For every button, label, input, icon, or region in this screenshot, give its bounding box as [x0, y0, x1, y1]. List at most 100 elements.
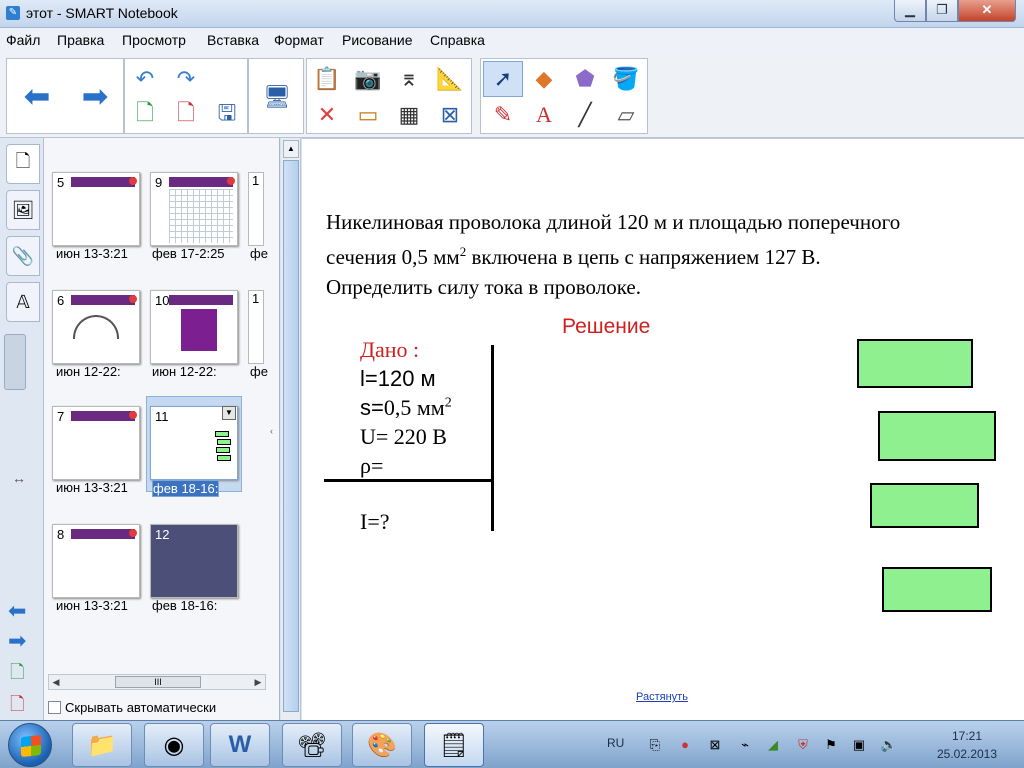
page-number: 1	[252, 291, 260, 306]
problem-line: Никелиновая проволока длиной 120 м и пло…	[326, 210, 901, 234]
page-label: фе	[250, 364, 268, 379]
canvas-vertical-scrollbar[interactable]: ▲	[281, 138, 301, 720]
tools-group: 📋 📷 ⌆ 📐 ✕ ▭ ▦ ⊠	[306, 58, 472, 134]
attachments-icon[interactable]: 📎	[6, 236, 40, 276]
maximize-button[interactable]: ❐	[926, 0, 958, 22]
menu-edit[interactable]: Правка	[57, 32, 104, 48]
gallery-icon[interactable]: 🖼	[6, 190, 40, 230]
page-menu-dropdown[interactable]: ▼	[222, 406, 236, 420]
menu-draw[interactable]: Рисование	[342, 32, 413, 48]
properties-icon[interactable]: 𝔸	[6, 282, 40, 322]
page-label: июн 12-22:	[56, 364, 121, 379]
select-icon[interactable]: ➚	[483, 61, 523, 97]
forward-arrow-icon[interactable]: ➡	[67, 59, 123, 133]
sorter-horizontal-scrollbar[interactable]: ◀ III ▶	[48, 674, 266, 690]
stretch-link[interactable]: Растянуть	[636, 691, 688, 703]
chrome-icon[interactable]: ◉	[144, 723, 204, 767]
page-label: июн 13-3:21	[56, 480, 128, 495]
delete-page-icon[interactable]: 🗋	[10, 692, 24, 722]
network-icon[interactable]: ⎘	[646, 737, 664, 753]
redo-icon[interactable]: ↷	[166, 61, 206, 97]
camera-icon[interactable]: 📷	[348, 61, 388, 97]
back-arrow-icon[interactable]: ⬅	[9, 59, 65, 133]
clock[interactable]: 17:21 25.02.2013	[920, 727, 1014, 763]
resize-arrows-icon[interactable]: ↔	[12, 470, 26, 486]
menu-file[interactable]: Файл	[6, 32, 40, 48]
page-thumbnail-8[interactable]: 8	[52, 524, 140, 598]
page-thumbnail-7[interactable]: 7	[52, 406, 140, 480]
navigation-group: ⬅ ➡	[6, 58, 124, 134]
explorer-icon[interactable]: 📁	[72, 723, 132, 767]
scrollbar-thumb[interactable]: III	[115, 676, 201, 688]
remote-icon[interactable]: ⊠	[706, 737, 724, 753]
document-camera-icon[interactable]: ⌆	[389, 61, 429, 97]
security-icon[interactable]: ⛨	[794, 737, 812, 753]
table-icon[interactable]: ▦	[389, 97, 429, 133]
given-voltage: U= 220 В	[360, 424, 447, 449]
flag-icon[interactable]: ⚑	[822, 737, 840, 753]
paste-icon[interactable]: 📋	[307, 61, 347, 97]
antivirus-icon[interactable]: ●	[676, 737, 694, 753]
page-sorter-icon[interactable]: 🗋	[6, 144, 40, 184]
screen-display-icon[interactable]: 🖥	[257, 79, 297, 115]
smart-notebook-icon[interactable]: 🗒	[424, 723, 484, 767]
menu-insert[interactable]: Вставка	[207, 32, 259, 48]
problem-text: Никелиновая проволока длиной 120 м и пло…	[326, 207, 996, 302]
monitor-icon[interactable]: ▣	[850, 737, 868, 753]
next-page-icon[interactable]: ➡	[8, 628, 26, 654]
word-icon[interactable]: W	[210, 723, 270, 767]
volume-icon[interactable]: 🔈	[880, 737, 898, 753]
page-thumbnail-partial[interactable]: 1	[248, 172, 264, 246]
page-thumbnail-12[interactable]: 12	[150, 524, 238, 598]
answer-box-3[interactable]	[870, 483, 979, 528]
whiteboard-page[interactable]: Никелиновая проволока длиной 120 м и пло…	[302, 138, 1024, 720]
magic-pen-icon[interactable]: ⬟	[565, 61, 605, 97]
nvidia-icon[interactable]: ◢	[764, 737, 782, 753]
window-title: этот - SMART Notebook	[26, 5, 178, 21]
minimize-button[interactable]: ▁	[894, 0, 926, 22]
page-thumbnail-9[interactable]: 9	[150, 172, 238, 246]
eraser-icon[interactable]: ▱	[606, 97, 646, 133]
measurement-tools-icon[interactable]: 📐	[430, 61, 470, 97]
start-button[interactable]	[8, 723, 52, 767]
delete-page-icon[interactable]: 🗋	[166, 97, 206, 133]
menu-format[interactable]: Формат	[274, 32, 324, 48]
divider-horizontal	[324, 479, 494, 482]
page-thumbnail-6[interactable]: 6	[52, 290, 140, 364]
menu-help[interactable]: Справка	[430, 32, 485, 48]
splitter-handle[interactable]: ‹	[270, 426, 273, 436]
page-thumbnail-5[interactable]: 5	[52, 172, 140, 246]
language-indicator[interactable]: RU	[607, 736, 624, 750]
close-button[interactable]: ✕	[958, 0, 1016, 22]
paint-icon[interactable]: 🎨	[352, 723, 412, 767]
page-group: ↶ ↷ 🗋 🗋 🖫	[124, 58, 248, 134]
wifi-icon[interactable]: ⌁	[736, 737, 754, 753]
fullscreen-icon[interactable]: ⊠	[430, 97, 470, 133]
autohide-checkbox[interactable]: Скрывать автоматически	[48, 700, 216, 715]
fill-icon[interactable]: 🪣	[606, 61, 646, 97]
add-page-icon[interactable]: 🗋	[10, 660, 24, 690]
answer-box-4[interactable]	[882, 567, 992, 612]
previous-page-icon[interactable]: ⬅	[8, 598, 26, 624]
lines-icon[interactable]: ╱	[565, 97, 605, 133]
page-thumbnail-partial[interactable]: 1	[248, 290, 264, 364]
undo-icon[interactable]: ↶	[125, 61, 165, 97]
save-icon[interactable]: 🖫	[207, 97, 247, 133]
pens-icon[interactable]: ✎	[483, 97, 523, 133]
drawing-group: ➚ ◆ ⬟ 🪣 ✎ A ╱ ▱	[480, 58, 648, 134]
page-label: июн 13-3:21	[56, 246, 128, 261]
page-thumbnail-10[interactable]: 10	[150, 290, 238, 364]
answer-box-1[interactable]	[857, 339, 973, 388]
menu-view[interactable]: Просмотр	[122, 32, 186, 48]
notebook-icon: ✎	[6, 6, 20, 20]
text-icon[interactable]: A	[524, 97, 564, 133]
projector-icon[interactable]: 📽	[282, 723, 342, 767]
tabs-handle[interactable]	[4, 334, 26, 390]
screen-shade-icon[interactable]: ▭	[348, 97, 388, 133]
scrollbar-thumb[interactable]	[283, 160, 299, 712]
answer-box-2[interactable]	[878, 411, 996, 461]
scroll-up-button[interactable]: ▲	[283, 140, 299, 158]
add-page-icon[interactable]: 🗋	[125, 97, 165, 133]
shapes-icon[interactable]: ◆	[524, 61, 564, 97]
delete-icon[interactable]: ✕	[307, 97, 347, 133]
